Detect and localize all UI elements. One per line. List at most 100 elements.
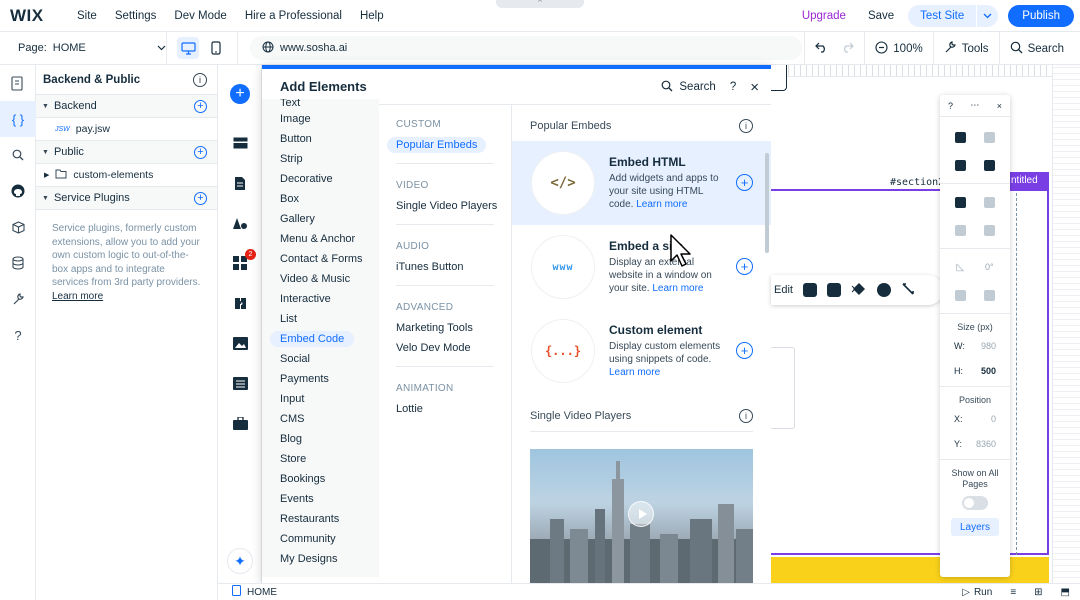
close-icon[interactable]: ×	[997, 101, 1002, 111]
match-size-icon[interactable]	[984, 224, 995, 236]
add-elements-button[interactable]: +	[218, 65, 262, 123]
category-store[interactable]: Store	[262, 449, 379, 469]
code-braces-icon[interactable]: { }	[0, 101, 36, 137]
category-social[interactable]: Social	[262, 349, 379, 369]
info-icon[interactable]: i	[739, 119, 753, 133]
help-icon[interactable]	[876, 283, 891, 297]
subcategory-lottie[interactable]: Lottie	[379, 399, 511, 419]
embed-site-card[interactable]: www Embed a site Display an external web…	[512, 225, 771, 309]
layout-icon[interactable]: ⊞	[1034, 587, 1042, 598]
folder-item[interactable]: ▶ custom-elements	[36, 164, 217, 187]
public-section[interactable]: ▼ Public +	[36, 141, 217, 164]
drag-handle-icon[interactable]: ⋯	[970, 100, 979, 111]
animation-icon[interactable]	[851, 282, 867, 299]
tools-button[interactable]: Tools	[932, 32, 999, 65]
play-icon[interactable]	[628, 501, 654, 527]
category-events[interactable]: Events	[262, 489, 379, 509]
category-interactive[interactable]: Interactive	[262, 289, 379, 309]
category-cms[interactable]: CMS	[262, 409, 379, 429]
connect-icon[interactable]	[901, 282, 915, 299]
help-icon[interactable]: ?	[730, 81, 736, 93]
github-icon[interactable]	[0, 173, 36, 209]
learn-more-link[interactable]: Learn more	[652, 283, 703, 294]
category-button[interactable]: Button	[262, 129, 379, 149]
cms-icon[interactable]	[218, 363, 262, 403]
category-list[interactable]: List	[262, 309, 379, 329]
subcategory-marketing-tools[interactable]: Marketing Tools	[379, 318, 511, 338]
category-image[interactable]: Image	[262, 109, 379, 129]
flip-horizontal-icon[interactable]	[955, 289, 966, 301]
add-plus-icon[interactable]: +	[736, 342, 753, 359]
wix-logo[interactable]: WIX	[10, 6, 68, 26]
duplicate-icon[interactable]	[955, 159, 966, 171]
info-icon[interactable]: i	[739, 409, 753, 423]
canvas-element[interactable]	[771, 347, 795, 429]
category-restaurants[interactable]: Restaurants	[262, 509, 379, 529]
width-field[interactable]: W: 980	[940, 335, 1010, 357]
desktop-icon[interactable]	[177, 37, 199, 59]
trash-icon[interactable]	[984, 159, 995, 171]
add-plus-icon[interactable]: +	[736, 174, 753, 191]
category-box[interactable]: Box	[262, 189, 379, 209]
learn-more-link[interactable]: Learn more	[636, 199, 687, 210]
paste-icon[interactable]	[984, 131, 995, 143]
learn-more-link[interactable]: Learn more	[52, 291, 103, 302]
section-name-tab[interactable]: ntitled	[1009, 172, 1049, 189]
package-icon[interactable]	[0, 209, 36, 245]
panel-search-button[interactable]: Search	[661, 80, 716, 95]
apps-icon[interactable]: 2	[218, 243, 262, 283]
info-icon[interactable]: i	[193, 72, 207, 87]
sections-icon[interactable]	[218, 123, 262, 163]
search-icon[interactable]	[0, 137, 36, 173]
distribute-icon[interactable]	[955, 224, 966, 236]
publish-button[interactable]: Publish	[1008, 5, 1074, 27]
close-icon[interactable]: ×	[750, 79, 759, 96]
ai-assistant-button[interactable]: ✦	[218, 541, 262, 581]
arrange-icon[interactable]	[955, 196, 966, 208]
scrollbar[interactable]	[765, 153, 769, 253]
category-contact-forms[interactable]: Contact & Forms	[262, 249, 379, 269]
subcategory-popular-embeds[interactable]: Popular Embeds	[379, 135, 511, 155]
category-blog[interactable]: Blog	[262, 429, 379, 449]
format-icon[interactable]: ≡	[1010, 587, 1016, 598]
subcategory-velo-dev-mode[interactable]: Velo Dev Mode	[379, 338, 511, 358]
add-service-plugin-icon[interactable]: +	[194, 191, 207, 205]
rotation-value[interactable]: 0°	[985, 262, 994, 272]
redo-icon[interactable]	[841, 42, 855, 56]
show-all-pages-toggle[interactable]	[962, 496, 988, 510]
nav-dev-mode[interactable]: Dev Mode	[165, 10, 235, 22]
undo-icon[interactable]	[815, 42, 828, 56]
canvas-element[interactable]	[771, 65, 787, 91]
code-tab-home[interactable]: HOME	[232, 585, 277, 599]
category-community[interactable]: Community	[262, 529, 379, 549]
layout-icon[interactable]	[802, 283, 817, 297]
layers-button[interactable]: Layers	[951, 518, 999, 536]
category-payments[interactable]: Payments	[262, 369, 379, 389]
collapse-topbar-handle[interactable]: ^	[496, 0, 584, 8]
video-player-thumbnail[interactable]	[530, 449, 753, 583]
background-icon[interactable]	[826, 283, 841, 297]
category-strip[interactable]: Strip	[262, 149, 379, 169]
y-field[interactable]: Y: 8360	[940, 433, 1010, 455]
test-site-button[interactable]: Test Site	[908, 5, 977, 27]
height-field[interactable]: H: 500	[940, 360, 1010, 382]
design-icon[interactable]	[218, 203, 262, 243]
subcategory-itunes-button[interactable]: iTunes Button	[379, 257, 511, 277]
mobile-icon[interactable]	[205, 37, 227, 59]
add-public-file-icon[interactable]: +	[194, 145, 207, 159]
database-icon[interactable]	[0, 245, 36, 281]
file-item[interactable]: JSW pay.jsw	[36, 118, 217, 141]
nav-help[interactable]: Help	[351, 10, 393, 22]
category-video-music[interactable]: Video & Music	[262, 269, 379, 289]
subcategory-single-video-players[interactable]: Single Video Players	[379, 196, 511, 216]
zoom-control[interactable]: 100%	[864, 32, 932, 65]
upgrade-link[interactable]: Upgrade	[802, 10, 846, 22]
nav-settings[interactable]: Settings	[106, 10, 166, 22]
nav-hire-professional[interactable]: Hire a Professional	[236, 10, 351, 22]
custom-element-card[interactable]: {...} Custom element Display custom elem…	[512, 309, 771, 393]
page-code-icon[interactable]	[0, 65, 36, 101]
category-embed-code[interactable]: Embed Code	[262, 329, 379, 349]
service-plugins-section[interactable]: ▼ Service Plugins +	[36, 187, 217, 210]
copy-icon[interactable]	[955, 131, 966, 143]
edit-button[interactable]: Edit	[774, 284, 793, 296]
